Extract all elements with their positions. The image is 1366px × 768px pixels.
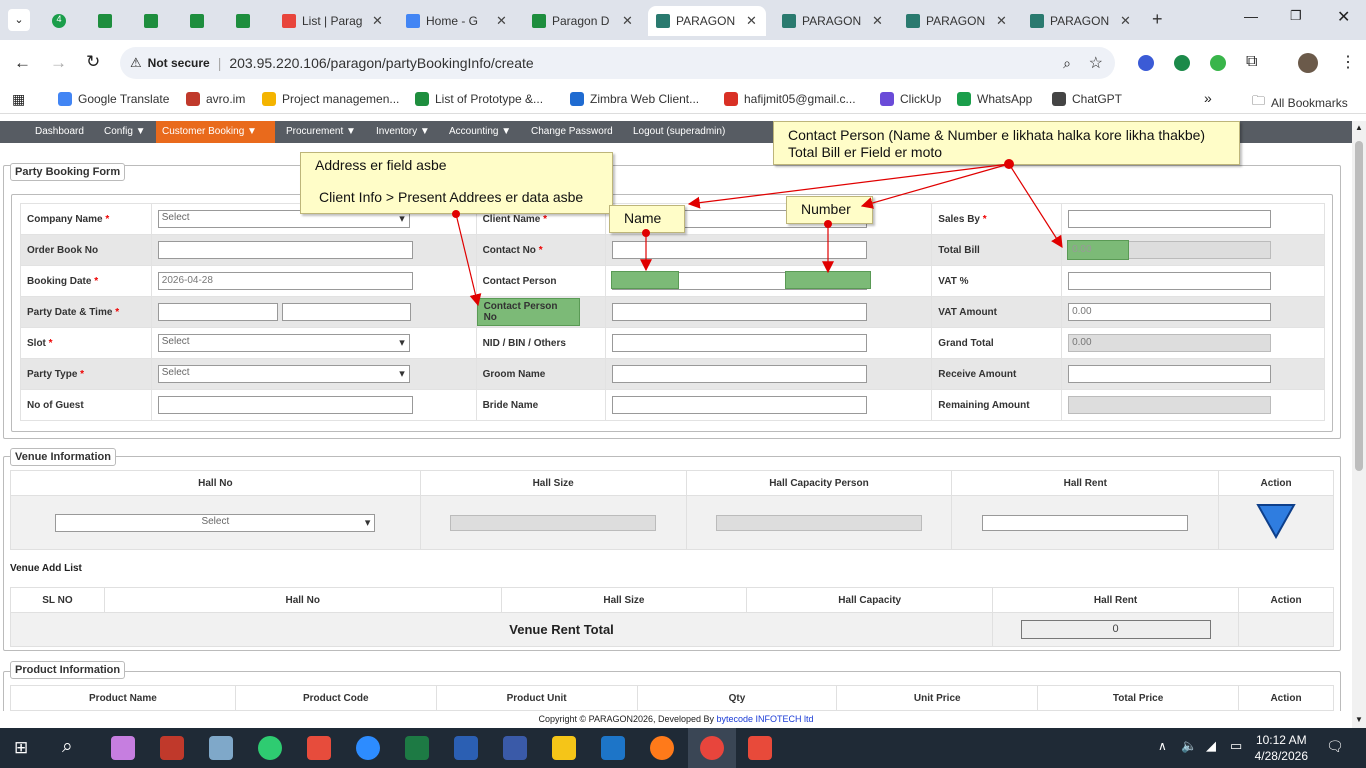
copilot-icon[interactable] [111,736,135,760]
search-icon[interactable]: ⌕ [62,736,73,758]
anydesk-icon[interactable] [748,736,772,760]
windows-taskbar: ⊞ ⌕ ∧ 🔈 ◢ ▭ 10:12 AM 4/28/2026 🗨 [0,728,1366,768]
excel-icon[interactable] [405,736,429,760]
clock-date: 4/28/2026 [1254,749,1308,763]
sticky-notes-icon[interactable] [552,736,576,760]
firefox-icon[interactable] [650,736,674,760]
start-icon[interactable]: ⊞ [14,738,28,758]
volume-icon[interactable]: 🔈 [1181,738,1197,754]
word-icon[interactable] [454,736,478,760]
visio-icon[interactable] [503,736,527,760]
app-icon-11[interactable] [601,736,625,760]
zoom-app-icon[interactable] [356,736,380,760]
network-icon[interactable]: ◢ [1206,738,1216,754]
app-icon-5[interactable] [307,736,331,760]
notification-icon[interactable]: 🗨 [1326,738,1344,755]
chrome-taskbar-item[interactable] [688,728,736,768]
whatsapp-icon[interactable] [258,736,282,760]
clock-time: 10:12 AM [1255,733,1307,747]
annotation-arrows [452,159,1063,307]
avro-icon[interactable] [160,736,184,760]
chrome-icon [700,736,724,760]
tray-chevron-icon[interactable]: ∧ [1158,739,1167,753]
battery-icon[interactable]: ▭ [1230,738,1242,754]
files-icon[interactable] [209,736,233,760]
taskbar-clock[interactable]: 10:12 AM 4/28/2026 [1255,732,1308,764]
